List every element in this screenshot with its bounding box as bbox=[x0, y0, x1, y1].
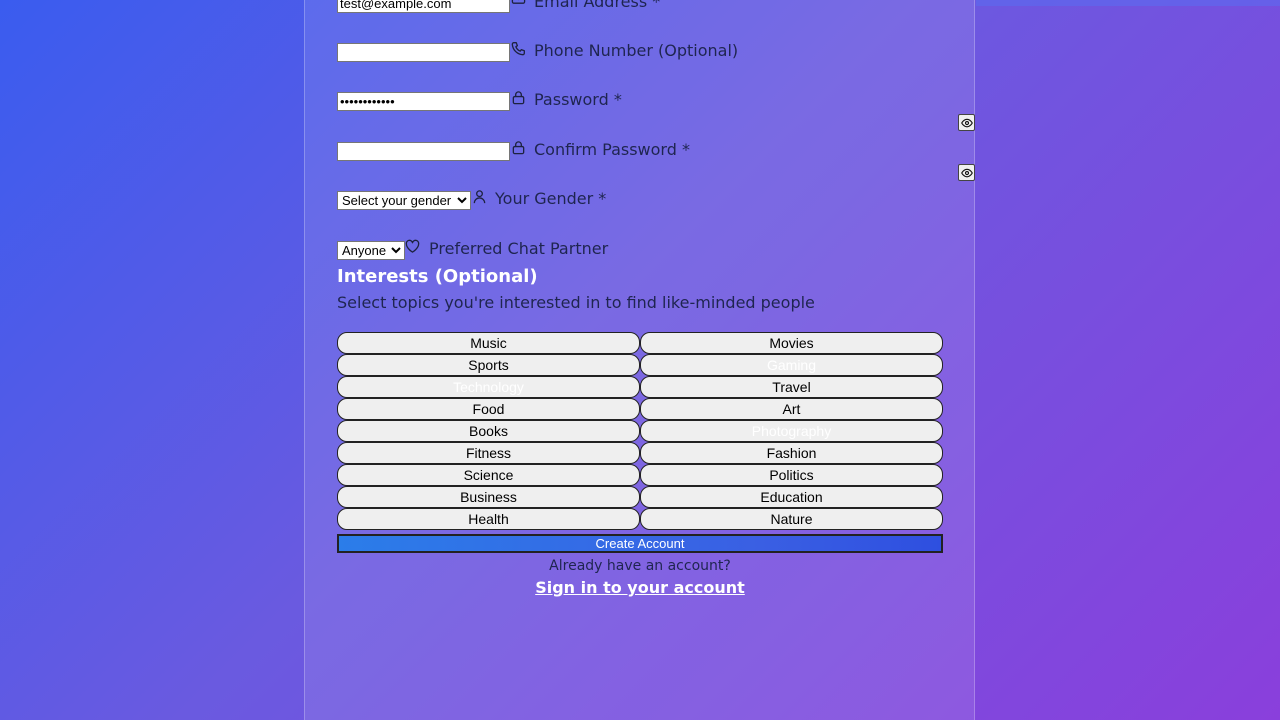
email-label: Email Address * bbox=[534, 0, 661, 11]
interest-chip-travel[interactable]: Travel bbox=[640, 376, 943, 398]
eye-icon bbox=[960, 168, 973, 177]
interest-chip-health[interactable]: Health bbox=[337, 508, 640, 530]
toggle-confirm-password-visibility-button[interactable] bbox=[958, 164, 975, 181]
interests-grid: Music Movies Sports Gaming Technology Tr… bbox=[337, 332, 943, 530]
interests-subtitle: Select topics you're interested in to fi… bbox=[337, 293, 815, 312]
chat-partner-label: Preferred Chat Partner bbox=[429, 239, 609, 258]
phone-icon bbox=[511, 41, 526, 56]
confirm-password-label: Confirm Password * bbox=[534, 140, 690, 159]
top-strip bbox=[976, 0, 1280, 6]
interest-chip-politics[interactable]: Politics bbox=[640, 464, 943, 486]
toggle-password-visibility-button[interactable] bbox=[958, 114, 975, 131]
user-icon bbox=[472, 189, 487, 204]
interest-chip-education[interactable]: Education bbox=[640, 486, 943, 508]
interest-chip-art[interactable]: Art bbox=[640, 398, 943, 420]
interest-chip-food[interactable]: Food bbox=[337, 398, 640, 420]
interest-chip-photography[interactable]: Photography bbox=[640, 420, 943, 442]
confirm-password-input[interactable] bbox=[337, 142, 510, 161]
interest-chip-books[interactable]: Books bbox=[337, 420, 640, 442]
password-label: Password * bbox=[534, 90, 622, 109]
interest-chip-sports[interactable]: Sports bbox=[337, 354, 640, 376]
interest-chip-fitness[interactable]: Fitness bbox=[337, 442, 640, 464]
lock-icon bbox=[511, 90, 526, 105]
interest-chip-business[interactable]: Business bbox=[337, 486, 640, 508]
heart-icon bbox=[405, 239, 420, 254]
interest-chip-nature[interactable]: Nature bbox=[640, 508, 943, 530]
create-account-button[interactable]: Create Account bbox=[337, 534, 943, 553]
interest-chip-movies[interactable]: Movies bbox=[640, 332, 943, 354]
interest-chip-technology[interactable]: Technology bbox=[337, 376, 640, 398]
sign-in-link[interactable]: Sign in to your account bbox=[337, 578, 943, 598]
password-input[interactable] bbox=[337, 92, 510, 111]
interest-chip-science[interactable]: Science bbox=[337, 464, 640, 486]
phone-input[interactable] bbox=[337, 43, 510, 62]
interest-chip-music[interactable]: Music bbox=[337, 332, 640, 354]
lock-icon bbox=[511, 140, 526, 155]
already-have-account-text: Already have an account? bbox=[549, 558, 731, 574]
email-input[interactable] bbox=[337, 0, 510, 13]
interests-title: Interests (Optional) bbox=[337, 266, 538, 287]
gender-label: Your Gender * bbox=[495, 189, 607, 208]
chat-partner-select[interactable]: Anyone bbox=[337, 241, 405, 260]
gender-select[interactable]: Select your gender bbox=[337, 191, 471, 210]
interest-chip-gaming[interactable]: Gaming bbox=[640, 354, 943, 376]
eye-icon bbox=[960, 118, 973, 127]
mail-icon bbox=[511, 0, 526, 6]
phone-label: Phone Number (Optional) bbox=[534, 41, 739, 60]
interest-chip-fashion[interactable]: Fashion bbox=[640, 442, 943, 464]
